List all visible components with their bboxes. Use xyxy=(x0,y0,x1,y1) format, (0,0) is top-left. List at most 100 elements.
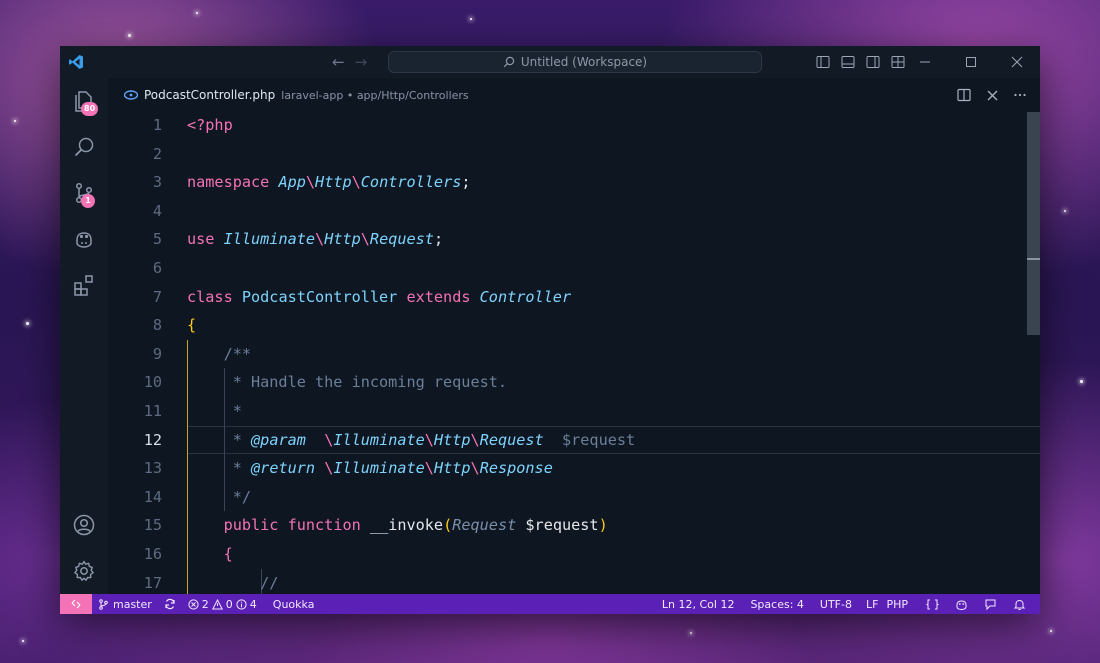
feedback-button[interactable] xyxy=(978,594,1007,614)
tab-bar: PodcastController.php laravel-app • app/… xyxy=(108,78,1040,112)
command-center-label: Untitled (Workspace) xyxy=(520,55,648,69)
layout-controls xyxy=(815,46,906,78)
code-token: Http xyxy=(324,230,361,249)
code-line: 16 { xyxy=(108,539,1040,569)
line-number: 17 xyxy=(143,573,162,592)
vscode-logo-icon[interactable] xyxy=(60,46,92,78)
copilot-button[interactable] xyxy=(60,216,108,262)
extension-status-button[interactable] xyxy=(920,594,949,614)
line-number: 16 xyxy=(143,544,162,563)
code-token: Request xyxy=(479,430,544,449)
code-line: 13 * @return \Illuminate\Http\Response xyxy=(108,454,1040,483)
code-token: Controllers xyxy=(360,173,462,192)
editor-window: ← → Untitled (Workspace) 80 1 PodcastCon… xyxy=(60,46,1040,614)
code-line: 3 namespace App\Http\Controllers; xyxy=(108,168,1040,197)
eol-label: LF xyxy=(865,597,879,611)
code-token: $request xyxy=(562,430,636,449)
activity-bar-bottom xyxy=(60,502,108,594)
split-editor-icon[interactable] xyxy=(956,88,972,102)
close-tab-icon[interactable] xyxy=(984,90,1000,101)
star xyxy=(1050,630,1052,632)
code-token: Controller xyxy=(479,287,572,306)
code-token: Http xyxy=(433,459,471,478)
manage-button[interactable] xyxy=(60,548,108,594)
tab-podcast-controller[interactable]: PodcastController.php laravel-app • app/… xyxy=(108,78,469,112)
line-number: 14 xyxy=(143,487,162,506)
extensions-button[interactable] xyxy=(60,262,108,308)
indentation[interactable]: Spaces: 4 xyxy=(744,594,813,614)
quokka-button[interactable]: Quokka xyxy=(263,594,321,614)
code-token: /** xyxy=(223,344,252,363)
code-line: 1 <?php xyxy=(108,112,1040,140)
toggle-primary-sidebar-icon[interactable] xyxy=(815,54,831,70)
quokka-label: Quokka xyxy=(272,597,315,611)
notifications-button[interactable] xyxy=(1007,594,1032,614)
bell-icon xyxy=(1013,599,1026,610)
code-line: 14 */ xyxy=(108,482,1040,512)
code-token: * xyxy=(232,430,242,449)
line-number: 9 xyxy=(152,344,162,363)
warning-icon xyxy=(211,598,223,609)
explorer-badge: 80 xyxy=(81,102,99,116)
star xyxy=(1064,210,1066,212)
line-number: 15 xyxy=(143,516,162,535)
scrollbar-thumb[interactable] xyxy=(1027,112,1040,335)
code-token: public xyxy=(223,516,279,535)
end-of-line[interactable]: LF xyxy=(860,594,880,614)
error-icon xyxy=(188,598,199,610)
code-line-current: 12 * @param \Illuminate\Http\Request $re… xyxy=(108,425,1040,455)
tab-file-path: laravel-app • app/Http/Controllers xyxy=(281,88,469,102)
encoding[interactable]: UTF-8 xyxy=(814,594,860,614)
warning-count: 0 xyxy=(225,597,233,611)
code-line: 11 * xyxy=(108,396,1040,426)
line-number: 13 xyxy=(143,459,162,478)
search-button[interactable] xyxy=(60,124,108,170)
close-window-icon[interactable] xyxy=(994,46,1040,78)
code-token: * xyxy=(232,401,242,420)
code-editor[interactable]: 1 <?php 2 3 namespace App\Http\Controllers… xyxy=(108,112,1040,594)
star xyxy=(128,34,131,37)
language-mode[interactable]: PHP xyxy=(880,594,920,614)
more-actions-icon[interactable] xyxy=(1012,88,1028,102)
line-number: 8 xyxy=(152,316,162,335)
toggle-panel-icon[interactable] xyxy=(840,54,856,70)
code-line: 17 // xyxy=(108,568,1040,594)
info-count: 4 xyxy=(249,597,257,611)
source-control-button[interactable]: 1 xyxy=(60,170,108,216)
editor-actions xyxy=(956,78,1028,112)
line-number: 4 xyxy=(152,201,162,220)
back-arrow-icon[interactable]: ← xyxy=(332,53,345,71)
vertical-scrollbar[interactable] xyxy=(1027,112,1040,594)
code-line: 5 use Illuminate\Http\Request; xyxy=(108,225,1040,254)
tab-file-name: PodcastController.php xyxy=(144,88,276,102)
maximize-icon[interactable] xyxy=(948,46,994,78)
explorer-button[interactable]: 80 xyxy=(60,78,108,124)
star xyxy=(26,322,29,325)
accounts-button[interactable] xyxy=(60,502,108,548)
branch-indicator[interactable]: master xyxy=(92,594,158,614)
code-token: Illuminate xyxy=(333,459,425,478)
code-token: class xyxy=(187,287,233,306)
code-line: 6 xyxy=(108,254,1040,283)
cursor-position[interactable]: Ln 12, Col 12 xyxy=(656,594,745,614)
activity-bar: 80 1 xyxy=(60,78,108,594)
error-count: 2 xyxy=(201,597,209,611)
star xyxy=(1080,380,1083,383)
workbench: 80 1 PodcastController.php laravel-app •… xyxy=(60,78,1040,594)
remote-indicator[interactable] xyxy=(60,594,92,614)
forward-arrow-icon[interactable]: → xyxy=(355,53,368,71)
git-branch-icon xyxy=(99,598,108,610)
search-icon xyxy=(74,137,94,157)
command-center[interactable]: Untitled (Workspace) xyxy=(388,51,762,73)
code-line: 4 xyxy=(108,197,1040,226)
code-token: Http xyxy=(433,430,471,449)
line-number: 12 xyxy=(143,430,162,449)
toggle-secondary-sidebar-icon[interactable] xyxy=(865,54,881,70)
star xyxy=(14,120,16,122)
minimize-icon[interactable] xyxy=(902,46,948,78)
line-number: 10 xyxy=(143,373,162,392)
code-line: 7 class PodcastController extends Control… xyxy=(108,283,1040,312)
copilot-status-button[interactable] xyxy=(949,594,978,614)
sync-button[interactable] xyxy=(158,594,182,614)
problems-indicator[interactable]: 2 0 4 xyxy=(182,594,263,614)
